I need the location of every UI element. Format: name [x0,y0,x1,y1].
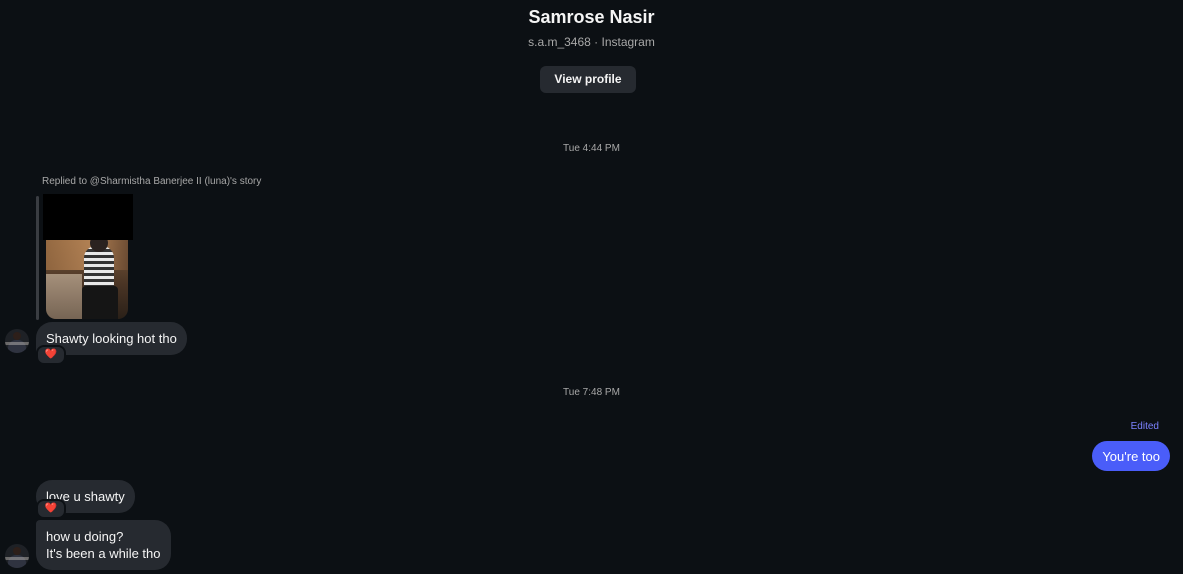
avatar[interactable] [5,544,29,568]
view-profile-button[interactable]: View profile [540,66,636,93]
edited-label: Edited [1130,421,1159,432]
story-photo [46,240,128,319]
avatar-head [13,547,21,555]
photo-counter [46,274,82,319]
profile-username: s.a.m_3468 · Instagram [528,35,655,49]
profile-name: Samrose Nasir [528,7,655,27]
avatar-head [13,332,21,340]
avatar-arm [5,557,29,560]
photo-apron [82,286,118,319]
reply-indicator-bar [36,196,39,320]
story-thumbnail-black-area [43,194,133,240]
sent-message[interactable]: You're too [1092,441,1170,471]
timestamp: Tue 4:44 PM [563,143,620,154]
timestamp: Tue 7:48 PM [563,387,620,398]
heart-reaction[interactable]: ❤️ [36,345,66,365]
avatar[interactable] [5,329,29,353]
story-reply-label: Replied to @Sharmistha Banerjee II (luna… [42,176,262,187]
received-message[interactable]: how u doing? It's been a while tho [36,520,171,570]
avatar-arm [5,342,29,345]
story-thumbnail[interactable] [43,194,133,319]
heart-reaction[interactable]: ❤️ [36,499,66,519]
